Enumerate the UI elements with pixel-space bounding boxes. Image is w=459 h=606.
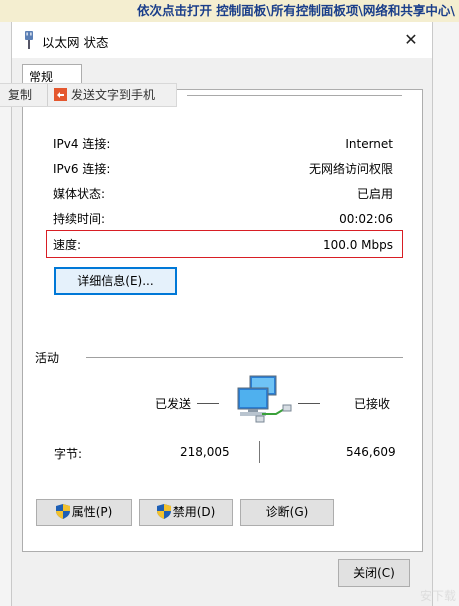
ipv4-label: IPv4 连接: (53, 137, 111, 151)
received-label: 已接收 (354, 397, 391, 411)
ipv4-row: IPv4 连接: Internet (53, 136, 393, 152)
media-state-label: 媒体状态: (53, 187, 106, 201)
ipv6-label: IPv6 连接: (53, 162, 111, 176)
title-bar: 以太网 状态 ✕ (12, 22, 432, 58)
window-title: 以太网 状态 (42, 35, 109, 50)
bytes-received-value: 546,609 (346, 445, 396, 459)
clipboard-toolbar: 复制 发送文字到手机 (0, 83, 177, 107)
disable-button-label: 禁用(D) (172, 505, 216, 519)
ipv6-row: IPv6 连接: 无网络访问权限 (53, 161, 393, 177)
speed-highlight-box (46, 230, 403, 258)
network-computers-icon (237, 375, 292, 423)
bytes-separator (259, 441, 260, 463)
send-to-phone-icon (54, 88, 67, 101)
instruction-banner: 依次点击打开 控制面板\所有控制面板项\网络和共享中心\ (0, 0, 459, 22)
bytes-sent-value: 218,005 (180, 445, 230, 459)
ethernet-plug-icon (25, 31, 33, 49)
ipv6-value: 无网络访问权限 (308, 162, 393, 176)
general-panel (22, 89, 423, 552)
media-state-value: 已启用 (356, 187, 393, 201)
received-dash (298, 403, 320, 404)
uac-shield-icon (55, 504, 70, 519)
details-button[interactable]: 详细信息(E)... (54, 267, 177, 295)
diagnose-button[interactable]: 诊断(G) (240, 499, 334, 526)
ipv4-value: Internet (345, 137, 393, 151)
watermark: 安下载 (419, 589, 456, 603)
send-to-phone-label: 发送文字到手机 (71, 88, 156, 102)
send-to-phone-button[interactable]: 发送文字到手机 (49, 84, 175, 106)
sent-label: 已发送 (155, 397, 192, 411)
duration-label: 持续时间: (53, 212, 106, 226)
properties-button-label: 属性(P) (71, 505, 113, 519)
close-button[interactable]: 关闭(C) (338, 559, 410, 587)
activity-section-divider (86, 357, 403, 358)
duration-value: 00:02:06 (339, 212, 393, 226)
properties-button[interactable]: 属性(P) (36, 499, 132, 526)
close-icon[interactable]: ✕ (398, 28, 424, 52)
uac-shield-icon (156, 504, 171, 519)
activity-section-label: 活动 (35, 351, 60, 365)
bytes-label: 字节: (54, 447, 83, 461)
sent-dash (197, 403, 219, 404)
connection-section-divider (187, 95, 402, 96)
copy-button[interactable]: 复制 (0, 84, 48, 106)
disable-button[interactable]: 禁用(D) (139, 499, 233, 526)
duration-row: 持续时间: 00:02:06 (53, 211, 393, 227)
media-state-row: 媒体状态: 已启用 (53, 186, 393, 202)
